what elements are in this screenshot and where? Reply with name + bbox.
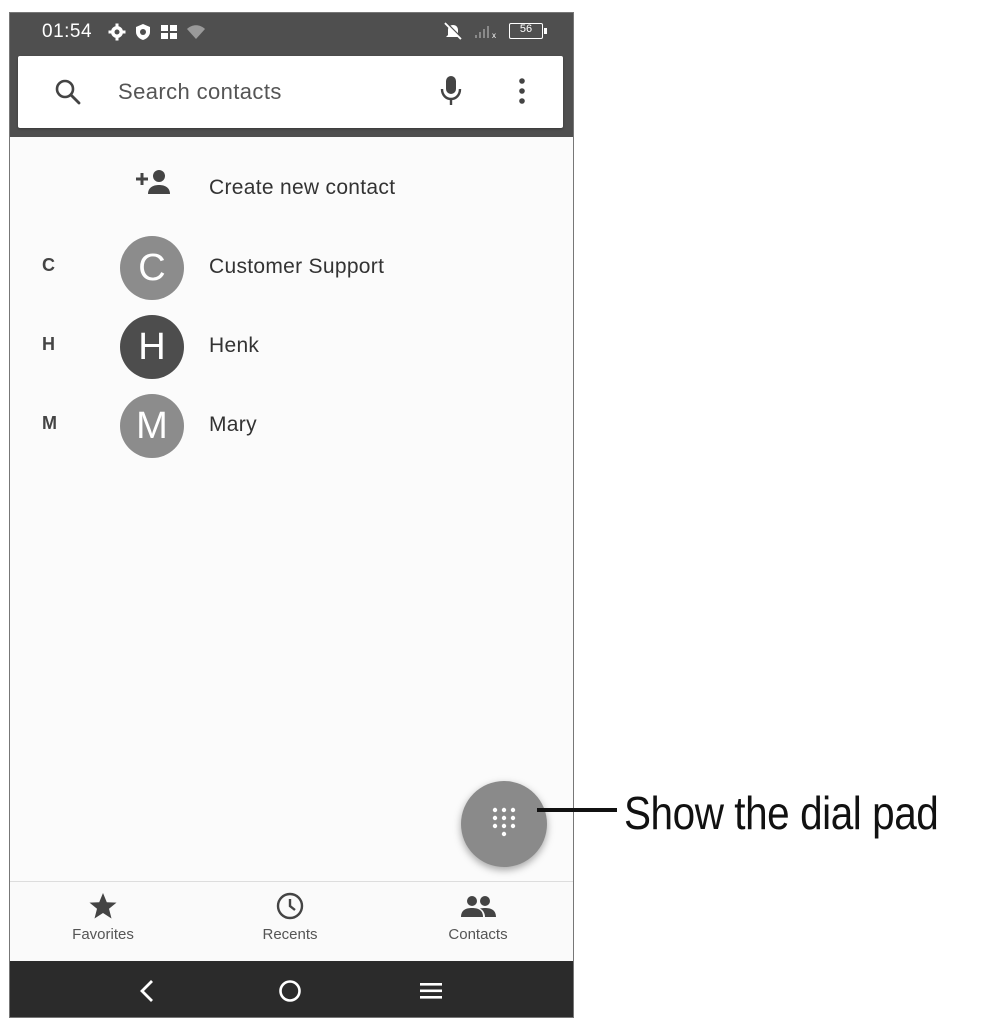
- search-input[interactable]: Search contacts: [118, 79, 282, 105]
- mic-icon[interactable]: [438, 74, 464, 108]
- phone-screen: 01:54 x 56 Search contacts Create new co…: [9, 12, 574, 1018]
- avatar: M: [120, 394, 184, 458]
- battery-level: 56: [519, 23, 533, 35]
- signal-icon: x: [475, 26, 496, 39]
- contact-name: Henk: [209, 334, 260, 357]
- contact-row[interactable]: C C Customer Support: [10, 233, 573, 303]
- system-nav-bar: [10, 961, 573, 1017]
- section-letter: M: [42, 413, 57, 433]
- create-contact-label: Create new contact: [209, 176, 396, 199]
- nav-favorites-label: Favorites: [72, 926, 134, 943]
- contact-name: Customer Support: [209, 255, 385, 278]
- nav-recents-label: Recents: [262, 926, 318, 943]
- person-add-icon: [136, 170, 170, 194]
- wifi-icon: [187, 25, 205, 39]
- contact-list: Create new contact C C Customer Support …: [10, 137, 573, 881]
- nav-recents[interactable]: Recents: [225, 890, 355, 943]
- back-icon[interactable]: [138, 979, 158, 1003]
- dialpad-button[interactable]: [461, 781, 547, 867]
- contact-row[interactable]: H H Henk: [10, 312, 573, 382]
- section-letter: H: [42, 334, 55, 354]
- bottom-nav: Favorites Recents Contacts: [10, 881, 573, 962]
- clock-icon: [276, 892, 304, 920]
- status-time: 01:54: [42, 21, 93, 42]
- battery-icon: 56: [509, 23, 547, 39]
- section-letter: C: [42, 255, 55, 275]
- search-bar[interactable]: Search contacts: [18, 56, 563, 128]
- status-right-icons: x 56: [443, 22, 547, 40]
- contact-row[interactable]: M M Mary: [10, 391, 573, 461]
- nav-contacts[interactable]: Contacts: [413, 890, 543, 943]
- settings-icon: [108, 23, 126, 41]
- home-icon[interactable]: [277, 979, 303, 1003]
- avatar: C: [120, 236, 184, 300]
- nav-contacts-label: Contacts: [448, 926, 508, 943]
- shield-icon: [136, 24, 150, 40]
- search-icon[interactable]: [54, 78, 82, 106]
- contact-name: Mary: [209, 413, 257, 436]
- menu-icon[interactable]: [419, 979, 443, 1003]
- create-contact-row[interactable]: Create new contact: [10, 154, 573, 224]
- callout-line: [537, 808, 617, 812]
- people-icon: [461, 896, 496, 917]
- avatar: H: [120, 315, 184, 379]
- status-bar: 01:54 x 56 Search contacts: [10, 13, 573, 137]
- bell-off-icon: [444, 22, 463, 40]
- grid-icon: [161, 25, 177, 39]
- status-left-icons: [108, 23, 206, 41]
- svg-text:x: x: [492, 31, 496, 39]
- star-icon: [89, 893, 117, 919]
- nav-favorites[interactable]: Favorites: [38, 890, 168, 943]
- callout-label: Show the dial pad: [624, 787, 939, 839]
- dialpad-icon: [492, 807, 516, 837]
- more-vert-icon[interactable]: [516, 76, 528, 106]
